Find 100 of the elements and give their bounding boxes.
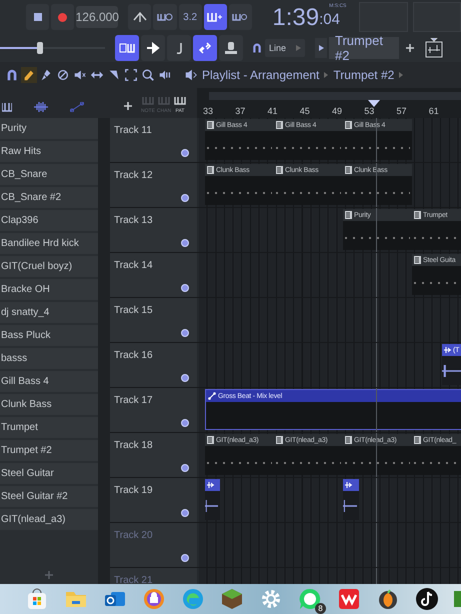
shield-app-icon[interactable]	[142, 587, 166, 611]
track-enable-button[interactable]	[181, 554, 189, 562]
track-name: Track 17	[114, 395, 153, 406]
track-enable-button[interactable]	[181, 284, 189, 292]
tempo-display[interactable]: 126.000	[76, 6, 118, 28]
play-pattern-button[interactable]	[315, 38, 328, 58]
stop-icon	[34, 13, 42, 21]
track-header[interactable]: Track 15	[110, 298, 197, 342]
pattern-icon	[414, 436, 421, 444]
pattern-icon	[345, 166, 352, 174]
channel-button[interactable]: Trumpet	[0, 417, 98, 438]
add-track-icon[interactable]	[124, 102, 132, 110]
add-icon[interactable]	[405, 43, 416, 53]
waveform-icon[interactable]	[34, 102, 48, 112]
track-name: Track 20	[114, 530, 153, 541]
breadcrumb-pattern[interactable]: Trumpet #2	[333, 68, 394, 82]
track-enable-button[interactable]	[181, 509, 189, 517]
channel-button[interactable]: GIT(nlead_a3)	[0, 509, 98, 530]
pattern-icon	[276, 166, 283, 174]
toolbar-button[interactable]	[167, 35, 191, 61]
track-name: Track 13	[114, 215, 153, 226]
pattern-selector[interactable]: Trumpet #2	[329, 37, 400, 59]
track-enable-button[interactable]	[181, 239, 189, 247]
master-volume-slider[interactable]	[0, 42, 105, 54]
toolbar-button[interactable]	[141, 35, 165, 61]
pattern-icon	[276, 121, 283, 129]
channel-button[interactable]: dj snatty_4	[0, 302, 98, 323]
snap-value: Line	[269, 43, 286, 53]
track-name: Track 18	[114, 440, 153, 451]
toolbar-button[interactable]	[219, 35, 243, 61]
audio-icon	[444, 347, 451, 353]
piano-icon	[158, 95, 170, 105]
chevron-icon	[324, 72, 328, 78]
channel-button[interactable]: Bracke OH	[0, 279, 98, 300]
track-header[interactable]: Track 12	[110, 163, 197, 207]
track-enable-button[interactable]	[181, 374, 189, 382]
notification-badge: 8	[315, 603, 326, 614]
bar-number: 45	[300, 106, 311, 116]
track-header[interactable]: Track 19	[110, 478, 197, 522]
chevron-icon	[399, 72, 404, 78]
track-enable-button[interactable]	[181, 419, 189, 427]
channel-button[interactable]: CB_Snare #2	[0, 187, 98, 208]
scrollbar[interactable]	[98, 118, 110, 584]
delete-tool[interactable]	[55, 67, 71, 83]
track-enable-button[interactable]	[181, 149, 189, 157]
channel-button[interactable]: Purity	[0, 118, 98, 139]
magnet-icon[interactable]	[251, 42, 263, 54]
channel-button[interactable]: Bandilee Hrd kick	[0, 233, 98, 254]
bar-number: 61	[428, 106, 440, 116]
channel-button[interactable]: Steel Guitar #2	[0, 486, 98, 507]
bar-number: 53	[364, 106, 376, 116]
channel-button[interactable]: CB_Snare	[0, 164, 98, 185]
channel-button[interactable]: Raw Hits	[0, 141, 98, 162]
zoom-tool[interactable]	[140, 67, 156, 83]
overview-scrollbar[interactable]	[209, 92, 461, 100]
audio-clip[interactable]	[343, 479, 359, 520]
track-name: Track 21	[114, 575, 153, 584]
channel-button[interactable]: GIT(Cruel boyz)	[0, 256, 98, 277]
channel-button[interactable]: basss	[0, 348, 98, 369]
channel-button[interactable]: Clunk Bass	[0, 394, 98, 415]
channel-button[interactable]: Gill Bass 4	[0, 371, 98, 392]
music-app-icon[interactable]	[415, 587, 439, 611]
channel-button[interactable]: Trumpet #2	[0, 440, 98, 461]
store-app-icon[interactable]	[25, 587, 49, 611]
toolbar-button[interactable]: 3.2	[178, 4, 202, 30]
fruit-app-icon[interactable]	[376, 587, 400, 611]
office-app-icon[interactable]	[337, 587, 361, 611]
select-tool[interactable]	[123, 67, 139, 83]
channel-button[interactable]: Steel Guitar	[0, 463, 98, 484]
track-header[interactable]: Track 11	[110, 118, 197, 162]
stop-button[interactable]	[26, 4, 50, 30]
toolbar-button[interactable]	[228, 4, 252, 30]
chat-app-icon[interactable]	[298, 587, 322, 611]
track-enable-button[interactable]	[181, 329, 189, 337]
track-enable-button[interactable]	[181, 464, 189, 472]
automation-icon	[208, 392, 216, 400]
toolbar-button[interactable]	[204, 4, 227, 30]
select-icon	[124, 68, 138, 82]
track-name: Track 19	[114, 485, 153, 496]
channel-button[interactable]: Clap396	[0, 210, 98, 231]
automation-icon[interactable]	[70, 102, 84, 112]
track-header[interactable]: Track 13	[110, 208, 197, 252]
track-name: Track 14	[114, 260, 153, 271]
toolbar-button[interactable]	[128, 4, 152, 30]
piano-icon[interactable]	[2, 102, 12, 112]
track-header[interactable]: Track 14	[110, 253, 197, 297]
speaker-icon[interactable]	[184, 68, 198, 82]
snap-dropdown[interactable]: Line	[265, 39, 306, 57]
track-header[interactable]: Track 18	[110, 433, 197, 477]
track-header[interactable]: Track 16	[110, 343, 197, 387]
track-name: Track 16	[114, 350, 153, 361]
track-enable-button[interactable]	[181, 194, 189, 202]
bar-number: 33	[203, 106, 214, 116]
block-app-icon[interactable]	[220, 587, 244, 611]
pencil-tool[interactable]	[21, 67, 37, 83]
audio-clip[interactable]	[205, 479, 220, 520]
link-icon	[197, 40, 213, 56]
record-button[interactable]	[51, 4, 74, 30]
channel-button[interactable]: Bass Pluck	[0, 325, 98, 346]
track-header[interactable]: Track 17	[110, 388, 197, 432]
